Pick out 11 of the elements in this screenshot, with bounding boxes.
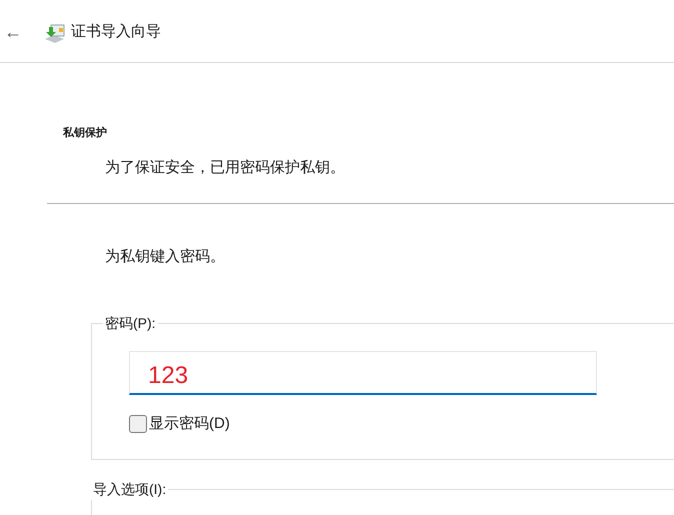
group-label: 密码(P): xyxy=(104,314,157,333)
prompt-text: 为私钥键入密码。 xyxy=(105,247,226,267)
section-description: 为了保证安全，已用密码保护私钥。 xyxy=(105,158,346,178)
show-password-checkbox[interactable] xyxy=(129,414,147,433)
certificate-icon xyxy=(44,22,66,42)
checkbox-label: 显示密码(D) xyxy=(149,414,230,434)
group-label: 导入选项(I): xyxy=(92,480,168,499)
section-heading: 私钥保护 xyxy=(63,126,108,141)
back-button[interactable]: ← xyxy=(4,19,24,46)
password-field[interactable]: 123 xyxy=(129,350,597,394)
window-title: 证书导入向导 xyxy=(71,22,161,42)
